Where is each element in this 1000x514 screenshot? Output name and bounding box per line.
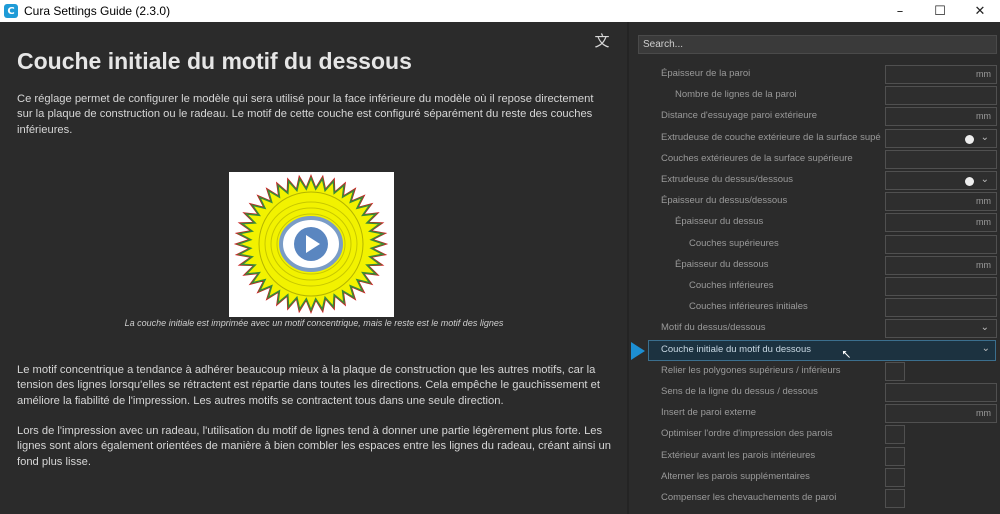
setting-input[interactable] bbox=[885, 86, 997, 106]
window-title: Cura Settings Guide (2.3.0) bbox=[24, 4, 171, 18]
unit-label: mm bbox=[976, 259, 991, 270]
setting-label: Épaisseur du dessous bbox=[675, 258, 769, 270]
chevron-down-icon: ⌄ bbox=[980, 322, 989, 334]
setting-input[interactable]: mm bbox=[885, 404, 997, 424]
setting-row[interactable]: Épaisseur du dessous mm bbox=[629, 255, 1000, 276]
setting-row[interactable]: Sens de la ligne du dessus / dessous bbox=[629, 382, 1000, 403]
setting-label: Optimiser l'ordre d'impression des paroi… bbox=[661, 428, 833, 440]
setting-checkbox[interactable] bbox=[885, 446, 905, 466]
setting-label: Distance d'essuyage paroi extérieure bbox=[661, 110, 818, 122]
setting-label: Couches supérieures bbox=[689, 237, 779, 249]
search-input[interactable]: Search... bbox=[638, 35, 997, 54]
bottom-pattern-image bbox=[229, 172, 394, 317]
cura-app-icon: C bbox=[4, 4, 18, 18]
setting-row[interactable]: Motif du dessus/dessous ⌄ bbox=[629, 318, 1000, 339]
unit-label: mm bbox=[976, 408, 991, 419]
intro-paragraph: Ce réglage permet de configurer le modèl… bbox=[17, 93, 594, 136]
translate-icon[interactable]: 文 bbox=[592, 30, 612, 50]
setting-row[interactable]: Distance d'essuyage paroi extérieure mm bbox=[629, 106, 1000, 127]
setting-checkbox[interactable] bbox=[885, 425, 905, 445]
unit-label: mm bbox=[976, 69, 991, 79]
setting-input[interactable] bbox=[885, 277, 997, 296]
title-bar: C Cura Settings Guide (2.3.0) – ☐ ✕ bbox=[0, 0, 1000, 22]
setting-row[interactable]: Optimiser l'ordre d'impression des paroi… bbox=[629, 424, 1000, 445]
figure-caption: La couche initiale est imprimée avec un … bbox=[124, 318, 504, 328]
setting-label: Extrudeuse de couche extérieure de la su… bbox=[661, 131, 881, 143]
unit-label: mm bbox=[976, 217, 991, 228]
setting-row[interactable]: Extrudeuse du dessus/dessous ⌄ bbox=[629, 170, 1000, 191]
setting-row[interactable]: Relier les polygones supérieurs / inféri… bbox=[629, 361, 1000, 382]
setting-label: Couche initiale du motif du dessous bbox=[661, 343, 811, 355]
mouse-cursor-icon: ⭦ bbox=[842, 348, 851, 363]
setting-input[interactable]: mm bbox=[885, 192, 997, 212]
setting-row[interactable]: Extérieur avant les parois intérieures bbox=[629, 446, 1000, 467]
setting-label: Insert de paroi externe bbox=[661, 407, 757, 419]
window-controls: – ☐ ✕ bbox=[880, 0, 1000, 22]
maximize-button[interactable]: ☐ bbox=[920, 0, 960, 22]
setting-input[interactable]: mm bbox=[885, 65, 997, 84]
setting-row[interactable]: Insert de paroi externe mm bbox=[629, 403, 1000, 424]
setting-row[interactable]: Nombre de lignes de la paroi bbox=[629, 85, 1000, 106]
setting-input[interactable]: mm bbox=[885, 213, 997, 233]
setting-input[interactable] bbox=[885, 383, 997, 402]
setting-row[interactable]: Compenser les chevauchements de paroi bbox=[629, 488, 1000, 509]
setting-label: Nombre de lignes de la paroi bbox=[675, 89, 797, 101]
setting-input[interactable]: mm bbox=[885, 107, 997, 127]
setting-label: Extérieur avant les parois intérieures bbox=[661, 449, 816, 461]
setting-label: Couches inférieures bbox=[689, 280, 774, 291]
unit-label: mm bbox=[976, 111, 991, 122]
setting-row[interactable]: Épaisseur de la paroi mm bbox=[629, 64, 1000, 85]
setting-row[interactable]: Couche initiale du motif du dessous ⌄ bbox=[629, 340, 1000, 361]
setting-dropdown[interactable]: ⌄ bbox=[885, 341, 997, 360]
setting-row[interactable]: Épaisseur du dessus/dessous mm bbox=[629, 191, 1000, 212]
setting-input[interactable] bbox=[885, 298, 997, 318]
setting-label: Couches inférieures initiales bbox=[689, 301, 808, 313]
setting-checkbox[interactable] bbox=[885, 361, 905, 381]
setting-input[interactable] bbox=[885, 234, 997, 254]
extruder-select[interactable]: ⌄ bbox=[885, 171, 997, 190]
setting-label: Épaisseur du dessus/dessous bbox=[661, 195, 788, 207]
setting-label: Extrudeuse du dessus/dessous bbox=[661, 174, 794, 185]
setting-checkbox[interactable] bbox=[885, 467, 905, 487]
setting-label: Alterner les parois supplémentaires bbox=[661, 470, 810, 482]
paragraph-2: Le motif concentrique a tendance à adhér… bbox=[17, 364, 600, 407]
setting-row[interactable]: Alterner les parois supplémentaires bbox=[629, 467, 1000, 488]
setting-row[interactable]: Couches inférieures bbox=[629, 276, 1000, 297]
extruder-color-icon bbox=[965, 177, 974, 186]
setting-label: Compenser les chevauchements de paroi bbox=[661, 492, 837, 503]
setting-label: Épaisseur de la paroi bbox=[661, 68, 751, 79]
extruder-select[interactable]: ⌄ bbox=[885, 128, 997, 148]
minimize-button[interactable]: – bbox=[880, 0, 920, 22]
page-title: Couche initiale du motif du dessous bbox=[17, 48, 412, 74]
setting-label: Couches extérieures de la surface supéri… bbox=[661, 152, 853, 164]
chevron-down-icon: ⌄ bbox=[980, 131, 989, 143]
settings-pane: Search... Épaisseur de la paroi mm Nombre … bbox=[629, 22, 1000, 514]
setting-dropdown[interactable]: ⌄ bbox=[885, 319, 997, 339]
paragraph-3: Lors de l'impression avec un radeau, l'u… bbox=[17, 425, 611, 468]
article-pane: 文 Couche initiale du motif du dessous Ce… bbox=[0, 22, 628, 514]
extruder-color-icon bbox=[965, 134, 974, 144]
unit-label: mm bbox=[976, 196, 991, 207]
setting-label: Épaisseur du dessus bbox=[675, 216, 764, 228]
chevron-down-icon: ⌄ bbox=[980, 174, 989, 185]
setting-label: Relier les polygones supérieurs / inféri… bbox=[661, 364, 841, 376]
chevron-down-icon: ⌄ bbox=[981, 342, 990, 354]
setting-row[interactable]: Épaisseur du dessus mm bbox=[629, 212, 1000, 233]
setting-row[interactable]: Couches inférieures initiales bbox=[629, 297, 1000, 318]
close-button[interactable]: ✕ bbox=[960, 0, 1000, 22]
setting-label: Motif du dessus/dessous bbox=[661, 322, 766, 334]
setting-input[interactable] bbox=[885, 149, 997, 169]
setting-row[interactable]: Couches supérieures bbox=[629, 234, 1000, 255]
setting-row[interactable]: Couches extérieures de la surface supéri… bbox=[629, 149, 1000, 170]
setting-row[interactable]: Extrudeuse de couche extérieure de la su… bbox=[629, 128, 1000, 149]
setting-label: Sens de la ligne du dessus / dessous bbox=[661, 386, 818, 397]
concentric-pattern-video-thumbnail[interactable] bbox=[229, 172, 394, 317]
setting-input[interactable]: mm bbox=[885, 255, 997, 275]
setting-checkbox[interactable] bbox=[885, 489, 905, 508]
